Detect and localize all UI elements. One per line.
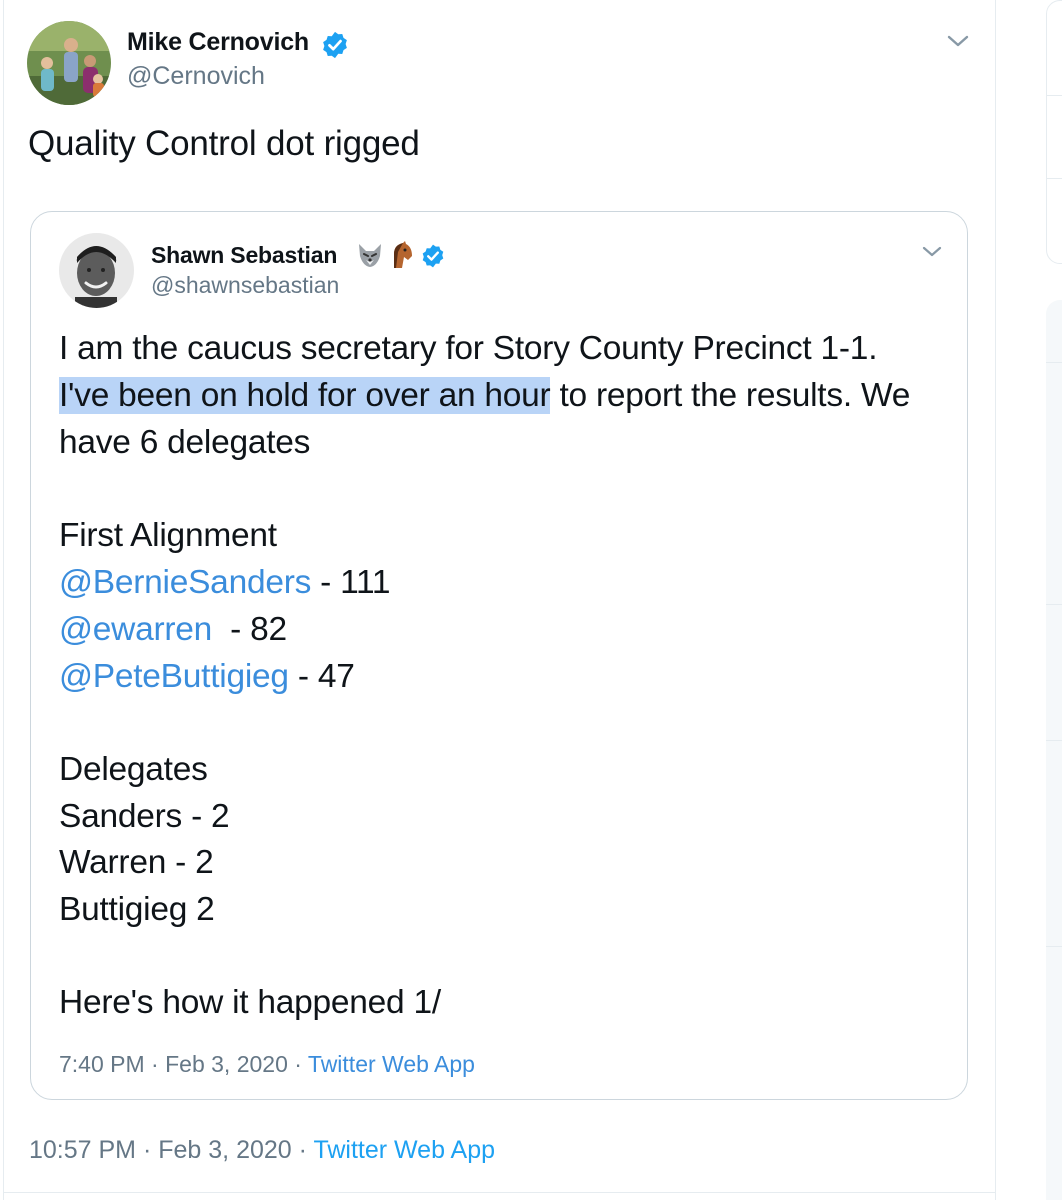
tweet-bottom-divider (4, 1192, 995, 1193)
alignment-value: - 82 (212, 611, 287, 648)
alignment-value: - 111 (311, 564, 391, 601)
quoted-tweet-meta: 7:40 PM · Feb 3, 2020 · Twitter Web App (59, 1051, 475, 1078)
author-handle[interactable]: @Cernovich (127, 62, 265, 91)
quoted-closing-text: Here's how it happened 1/ (59, 984, 441, 1021)
author-name[interactable]: Mike Cernovich (127, 28, 309, 57)
timeline-border-left (3, 0, 4, 1200)
quoted-tweet-date[interactable]: Feb 3, 2020 (165, 1051, 288, 1077)
alignment-value: - 47 (288, 658, 355, 695)
quoted-text-segment: to report the results. We (550, 377, 911, 414)
meta-separator: · (151, 1051, 159, 1077)
quoted-tweet-source-link[interactable]: Twitter Web App (308, 1051, 475, 1077)
alignment-row: @ewarren - 82 (59, 610, 287, 650)
meta-separator: · (298, 1136, 307, 1164)
tweet-page: Mike Cernovich @Cernovich Quality Contro… (0, 0, 1062, 1200)
tweet-meta: 10:57 PM · Feb 3, 2020 · Twitter Web App (29, 1136, 495, 1165)
alignment-title: First Alignment (59, 517, 277, 554)
author-avatar[interactable] (27, 21, 111, 105)
wolf-emoji-icon (355, 240, 385, 270)
delegates-title: Delegates (59, 751, 208, 788)
tweet-text: Quality Control dot rigged (28, 124, 420, 163)
mention-link[interactable]: @PeteButtigieg (59, 658, 289, 695)
meta-separator: · (142, 1136, 152, 1164)
chevron-down-icon[interactable] (944, 27, 972, 55)
right-rail-divider (1046, 95, 1062, 96)
tweet-date[interactable]: Feb 3, 2020 (158, 1136, 291, 1164)
chevron-down-icon[interactable] (919, 239, 945, 265)
verified-badge-icon (420, 243, 446, 269)
horse-emoji-icon (386, 240, 416, 270)
delegate-row: Buttigieg 2 (59, 891, 215, 928)
quoted-author-handle[interactable]: @shawnsebastian (151, 272, 339, 299)
tweet-source-link[interactable]: Twitter Web App (313, 1136, 495, 1164)
verified-badge-icon (320, 30, 350, 60)
text-selection-highlight: I've been on hold for over an hour (59, 377, 551, 414)
quoted-text-line: I am the caucus secretary for Story Coun… (59, 330, 878, 367)
quoted-text-line: I've been on hold for over an hour to re… (59, 376, 910, 416)
delegate-row: Sanders - 2 (59, 798, 230, 835)
tweet-time[interactable]: 10:57 PM (29, 1136, 136, 1164)
mention-link[interactable]: @ewarren (59, 611, 212, 648)
right-rail-divider (1046, 946, 1062, 947)
right-rail-divider (1046, 362, 1062, 363)
delegate-row: Warren - 2 (59, 844, 214, 881)
quoted-author-avatar[interactable] (59, 233, 134, 308)
alignment-row: @PeteButtigieg - 47 (59, 657, 355, 697)
quoted-author-name[interactable]: Shawn Sebastian (151, 242, 337, 269)
quoted-text-line: have 6 delegates (59, 424, 311, 461)
right-rail-divider (1046, 178, 1062, 179)
right-rail-divider (1046, 604, 1062, 605)
meta-separator: · (294, 1051, 302, 1077)
timeline-border-right (995, 0, 996, 1200)
alignment-row: @BernieSanders - 111 (59, 563, 391, 603)
right-rail-panel (1046, 300, 1062, 1200)
mention-link[interactable]: @BernieSanders (59, 564, 311, 601)
right-rail-card (1046, 0, 1062, 264)
quoted-tweet-time[interactable]: 7:40 PM (59, 1051, 145, 1077)
right-rail-divider (1046, 740, 1062, 741)
